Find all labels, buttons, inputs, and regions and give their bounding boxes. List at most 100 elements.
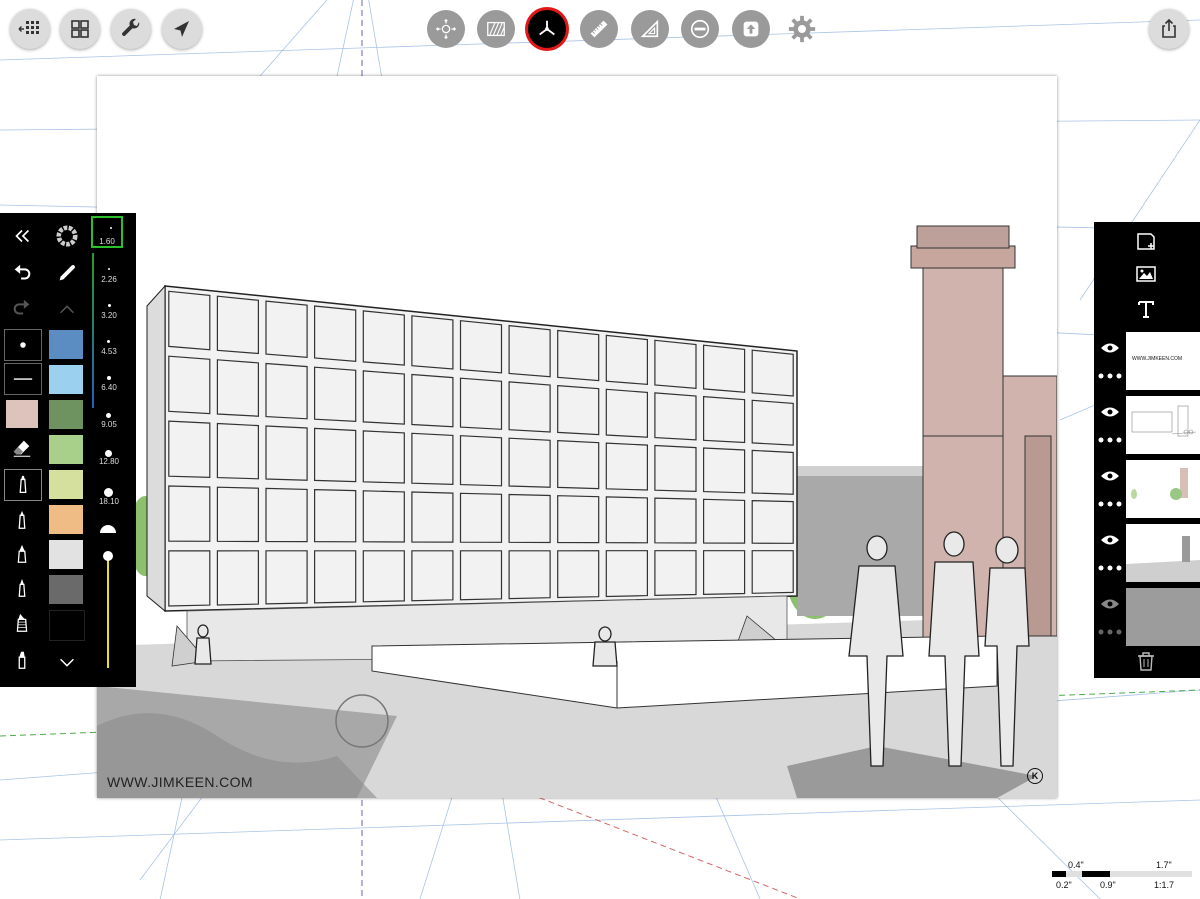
collapse-panel-button[interactable] <box>4 221 40 251</box>
layer-item[interactable] <box>1094 520 1200 582</box>
opacity-slider-handle[interactable] <box>103 551 113 561</box>
scale-bar <box>1052 871 1192 877</box>
eyedropper-icon <box>59 265 75 281</box>
dot-brush-button[interactable] <box>4 329 42 361</box>
pen-tool-1[interactable] <box>4 469 42 501</box>
transform-button[interactable] <box>427 10 465 48</box>
add-layer-button[interactable] <box>1130 226 1162 256</box>
undo-button[interactable] <box>4 258 40 288</box>
pen-width-value[interactable]: 2.26 <box>94 275 124 284</box>
pen-width-value[interactable]: 3.20 <box>94 311 124 320</box>
redo-button[interactable] <box>4 293 40 323</box>
color-swatch[interactable] <box>49 505 83 534</box>
settings-button[interactable] <box>783 10 821 48</box>
color-swatch[interactable] <box>49 330 83 359</box>
layers-panel: WWW.JIMKEEN.COM <box>1094 222 1200 678</box>
colors-scroll-up-button[interactable] <box>49 295 85 325</box>
charcoal-icon <box>16 613 28 632</box>
pen-tool-5[interactable] <box>4 608 40 638</box>
pen-tool-2[interactable] <box>4 505 40 535</box>
grid-view-button[interactable] <box>60 9 100 49</box>
color-wheel-button[interactable] <box>49 221 85 251</box>
eye-icon[interactable] <box>1100 470 1120 482</box>
layer-item[interactable] <box>1094 456 1200 518</box>
add-text-button[interactable] <box>1130 294 1162 324</box>
opacity-slider-track[interactable] <box>107 553 109 668</box>
delete-layer-button[interactable] <box>1130 646 1162 676</box>
undo-icon <box>14 264 31 280</box>
pen-width-value[interactable]: 1.60 <box>92 237 122 246</box>
more-options-icon[interactable] <box>1097 564 1123 572</box>
share-icon <box>1162 18 1176 38</box>
more-options-icon[interactable] <box>1097 500 1123 508</box>
artist-signature: K <box>1027 768 1043 784</box>
eye-icon[interactable] <box>1100 342 1120 354</box>
arrow-pointer-icon <box>174 21 189 37</box>
color-swatch[interactable] <box>49 575 83 604</box>
pen-tool-3[interactable] <box>4 539 40 569</box>
layer-thumbnail <box>1126 460 1200 518</box>
new-page-icon <box>1137 233 1155 250</box>
eye-icon[interactable] <box>1100 598 1120 610</box>
layer-thumbnail <box>1126 396 1200 454</box>
color-swatch[interactable] <box>49 610 85 641</box>
color-swatch[interactable] <box>49 365 83 394</box>
share-button[interactable] <box>1149 9 1189 49</box>
more-options-icon[interactable] <box>1097 628 1123 636</box>
scale-bar-segment <box>1082 871 1110 877</box>
layer-item[interactable] <box>1094 584 1200 646</box>
tools-button[interactable] <box>111 9 151 49</box>
color-swatch[interactable] <box>49 400 83 429</box>
pen-tool-6[interactable] <box>4 645 40 675</box>
layer-item[interactable]: WWW.JIMKEEN.COM <box>1094 328 1200 390</box>
color-swatch[interactable] <box>49 470 83 499</box>
layer-thumbnail <box>1126 588 1200 646</box>
pen-width-value[interactable]: 12.80 <box>94 457 124 466</box>
upload-button[interactable] <box>732 10 770 48</box>
scale-bar-segment <box>1052 871 1066 877</box>
hatch-fill-icon <box>487 21 505 37</box>
image-icon <box>1136 266 1156 282</box>
width-dot <box>104 488 113 497</box>
color-swatch[interactable] <box>49 435 83 464</box>
more-options-icon[interactable] <box>1097 436 1123 444</box>
marker-pen-icon <box>18 510 26 529</box>
fineliner-pen-icon <box>19 475 27 493</box>
select-pointer-button[interactable] <box>162 9 202 49</box>
perspective-icon <box>539 20 555 36</box>
pen-width-value[interactable]: 9.05 <box>94 420 124 429</box>
layer-item[interactable] <box>1094 392 1200 454</box>
pen-width-value[interactable]: 4.53 <box>94 347 124 356</box>
dot-icon <box>20 342 26 348</box>
pen-width-value[interactable]: 18.10 <box>94 497 124 506</box>
back-grid-button[interactable] <box>10 9 50 49</box>
perspective-button[interactable] <box>528 10 566 48</box>
pen-tool-4[interactable] <box>4 573 40 603</box>
drawing-canvas[interactable]: WWW.JIMKEEN.COM K <box>97 76 1057 798</box>
current-color-swatch[interactable] <box>4 399 40 429</box>
colors-scroll-down-button[interactable] <box>49 647 85 677</box>
eye-icon[interactable] <box>1100 534 1120 546</box>
pen-width-value[interactable]: 6.40 <box>94 383 124 392</box>
line-width-button[interactable] <box>4 363 42 395</box>
settings-icon <box>788 15 816 43</box>
opacity-half-icon <box>100 525 116 533</box>
eraser-button[interactable] <box>4 433 40 463</box>
trash-icon <box>1138 652 1154 671</box>
sketch-drawing <box>97 225 1057 798</box>
scale-label-top-right: 1.7" <box>1156 860 1172 870</box>
layer-thumbnail <box>1126 524 1200 582</box>
eyedropper-button[interactable] <box>49 258 85 288</box>
eraser-icon <box>13 440 31 457</box>
scale-label-bottom-a: 0.2" <box>1056 880 1072 890</box>
triangle-button[interactable] <box>631 10 669 48</box>
eye-icon[interactable] <box>1100 406 1120 418</box>
add-image-button[interactable] <box>1130 259 1162 289</box>
hatch-fill-button[interactable] <box>477 10 515 48</box>
ruler-button[interactable] <box>580 10 618 48</box>
wrench-icon <box>122 18 140 36</box>
layer-preview-sketch <box>1131 405 1197 437</box>
color-swatch[interactable] <box>49 540 83 569</box>
more-options-icon[interactable] <box>1097 372 1123 380</box>
minus-circle-button[interactable] <box>681 10 719 48</box>
